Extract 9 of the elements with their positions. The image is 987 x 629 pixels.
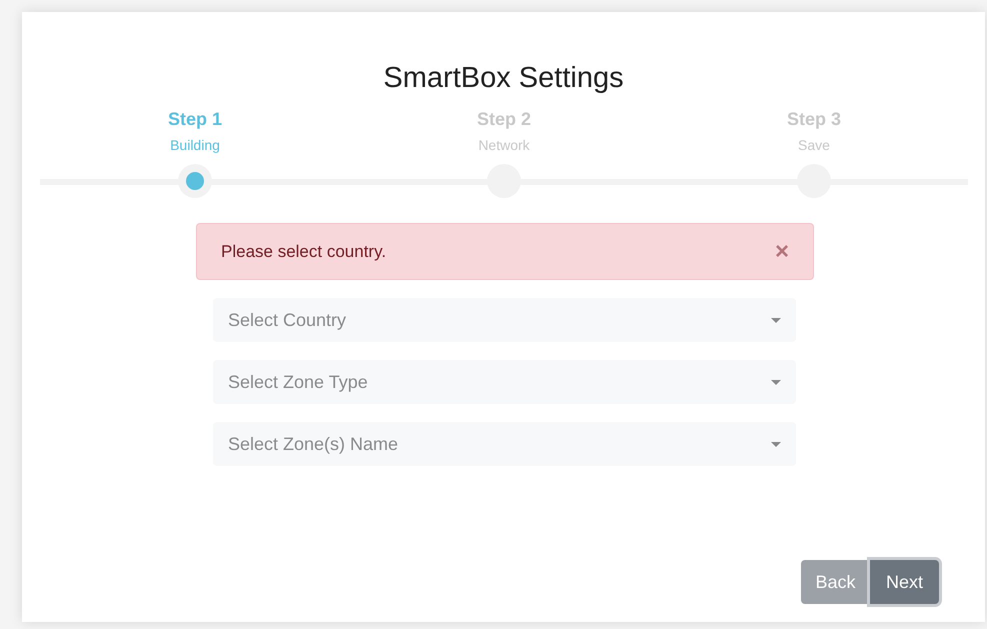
step-caption: Building — [170, 136, 220, 155]
next-button[interactable]: Next — [870, 560, 939, 604]
close-button[interactable]: × — [774, 240, 789, 264]
alert-message: Please select country. — [221, 240, 386, 263]
dropdown-select[interactable]: Select Zone Type — [213, 360, 796, 404]
page-title: SmartBox Settings — [382, 61, 625, 96]
dropdown-select[interactable]: Select Country — [213, 298, 796, 342]
dropdown-select[interactable]: Select Zone(s) Name — [213, 422, 796, 466]
step-label[interactable]: Step 1 — [168, 106, 222, 132]
